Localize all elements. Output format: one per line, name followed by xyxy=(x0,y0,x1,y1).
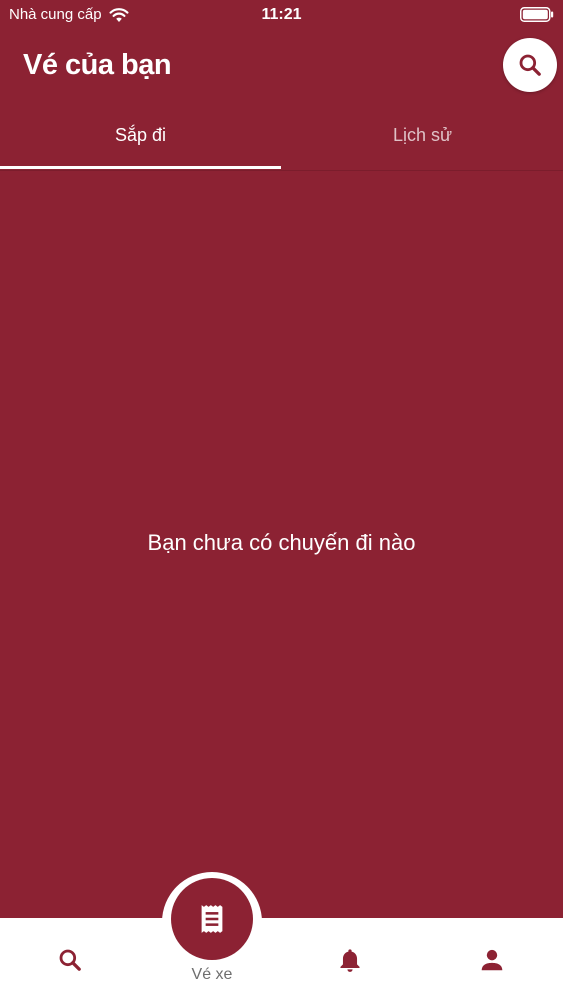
nav-item-tickets-label[interactable]: Vé xe xyxy=(162,966,262,984)
nav-item-account[interactable] xyxy=(462,940,522,980)
tab-upcoming[interactable]: Sắp đi xyxy=(0,100,281,170)
status-time: 11:21 xyxy=(261,6,302,23)
nav-item-search[interactable] xyxy=(40,940,100,980)
page-title: Vé của bạn xyxy=(23,49,172,81)
search-icon xyxy=(59,949,81,971)
search-button[interactable] xyxy=(503,38,557,92)
tab-history[interactable]: Lịch sử xyxy=(282,100,563,170)
receipt-icon xyxy=(201,905,223,933)
user-icon xyxy=(481,949,503,971)
nav-item-notifications[interactable] xyxy=(320,940,380,980)
tab-active-indicator xyxy=(0,166,281,169)
tab-bar: Sắp đi Lịch sử xyxy=(0,100,563,171)
battery-icon xyxy=(520,7,554,22)
empty-state-message: Bạn chưa có chuyến đi nào xyxy=(147,530,416,555)
search-icon xyxy=(519,54,541,76)
status-bar: Nhà cung cấp 11:21 xyxy=(0,0,563,30)
nav-item-tickets[interactable] xyxy=(171,878,253,960)
bell-icon xyxy=(340,949,360,972)
